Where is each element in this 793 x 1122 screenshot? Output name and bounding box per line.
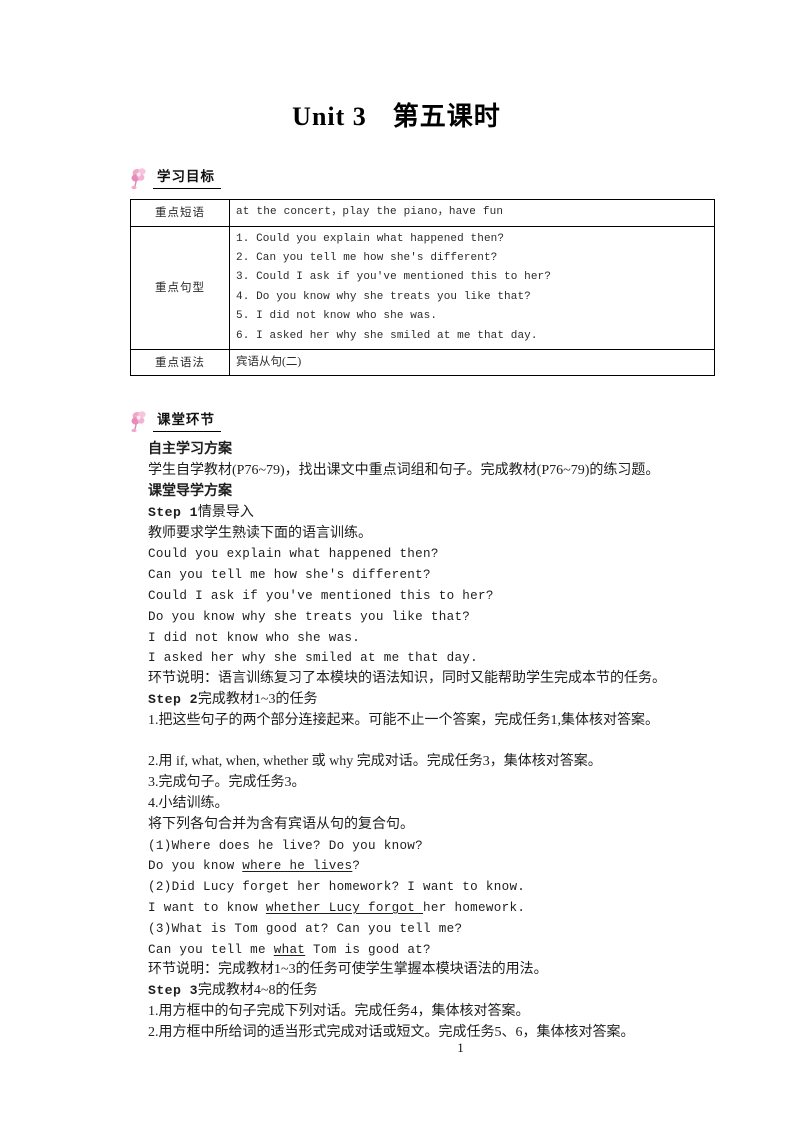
title-unit: Unit 3 — [292, 102, 367, 131]
step2-item-2: 2.用 if, what, when, whether 或 why 完成对话。完… — [148, 754, 602, 770]
exercise-answer: Do you know where he lives? — [148, 856, 708, 877]
self-study-heading: 自主学习方案 — [148, 442, 232, 458]
practice-sentence: I did not know who she was. — [148, 630, 361, 645]
row-label-key-grammar: 重点语法 — [130, 348, 230, 377]
answer-suffix: ? — [352, 859, 361, 874]
practice-sentence: Do you know why she treats you like that… — [148, 609, 471, 624]
table-row: 重点语法 宾语从句(二) — [130, 348, 715, 377]
step2-heading: Step 2完成教材1~3的任务 — [148, 690, 708, 711]
row-label-key-sentences: 重点句型 — [130, 225, 230, 350]
step3-title: 完成教材4~8的任务 — [197, 983, 318, 999]
key-sentence: 3. Could I ask if you've mentioned this … — [236, 271, 551, 284]
objectives-section-heading: 学习目标 — [130, 163, 793, 190]
step2-title: 完成教材1~3的任务 — [197, 692, 318, 707]
key-sentence: 1. Could you explain what happened then? — [236, 232, 505, 245]
exercise-answer: Can you tell me what Tom is good at? — [148, 940, 708, 961]
practice-sentence: Could you explain what happened then? — [148, 547, 439, 562]
step2-note: 环节说明：完成教材1~3的任务可使学生掌握本模块语法的用法。 — [148, 962, 548, 978]
exercise-question: (1)Where does he live? Do you know? — [148, 838, 424, 853]
answer-prefix: Can you tell me — [148, 942, 274, 957]
merge-instruction: 将下列各句合并为含有宾语从句的复合句。 — [148, 816, 414, 832]
row-value-key-sentences: 1. Could you explain what happened then?… — [229, 225, 715, 350]
step3-item-1: 1.用方框中的句子完成下列对话。完成任务4，集体核对答案。 — [148, 1003, 530, 1019]
step3-heading: Step 3完成教材4~8的任务 — [148, 981, 708, 1002]
table-row: 重点句型 1. Could you explain what happened … — [130, 225, 715, 350]
step1-title: 情景导入 — [197, 504, 254, 520]
self-study-text: 学生自学教材(P76~79)，找出课文中重点词组和句子。完成教材(P76~79)… — [148, 463, 660, 479]
title-lesson: 第五课时 — [392, 102, 501, 131]
step2-item-4: 4.小结训练。 — [148, 795, 229, 811]
step2-item-1: 1.把这些句子的两个部分连接起来。可能不止一个答案，完成任务1,集体核对答案。 — [148, 712, 659, 728]
flower-icon — [130, 409, 150, 433]
classroom-section-heading: 课堂环节 — [130, 406, 793, 433]
key-sentence: 2. Can you tell me how she's different? — [236, 251, 498, 264]
row-value-key-grammar: 宾语从句(二) — [229, 348, 715, 377]
lesson-body: 自主学习方案 学生自学教材(P76~79)，找出课文中重点词组和句子。完成教材(… — [148, 440, 708, 1043]
page-title: Unit 3 第五课时 — [0, 0, 793, 133]
flower-icon — [130, 166, 150, 190]
document-page: Unit 3 第五课时 学习目标 重点短语 at the concert，play… — [0, 0, 793, 1122]
key-points-table: 重点短语 at the concert，play the piano，have … — [130, 199, 715, 377]
classroom-label: 课堂环节 — [153, 412, 221, 433]
guided-heading: 课堂导学方案 — [148, 484, 232, 500]
step1-note: 环节说明：语言训练复习了本模块的语法知识，同时又能帮助学生完成本节的任务。 — [148, 671, 666, 687]
exercise-answer: I want to know whether Lucy forgot her h… — [148, 898, 708, 919]
step3-label: Step 3 — [148, 983, 198, 999]
table-row: 重点短语 at the concert，play the piano，have … — [130, 199, 715, 227]
row-label-key-phrases: 重点短语 — [130, 199, 230, 227]
key-sentence: 6. I asked her why she smiled at me that… — [236, 329, 538, 342]
exercise-question: (2)Did Lucy forget her homework? I want … — [148, 880, 526, 895]
answer-prefix: Do you know — [148, 859, 243, 874]
step2-label: Step 2 — [148, 692, 198, 707]
key-sentence: 4. Do you know why she treats you like t… — [236, 290, 531, 303]
step1-heading: Step 1情景导入 — [148, 503, 708, 524]
answer-suffix: Tom is good at? — [305, 942, 431, 957]
step2-item-3: 3.完成句子。完成任务3。 — [148, 775, 306, 791]
practice-sentence: Can you tell me how she's different? — [148, 568, 431, 583]
answer-suffix: her homework. — [423, 900, 526, 915]
practice-sentence: I asked her why she smiled at me that da… — [148, 651, 479, 666]
exercise-question: (3)What is Tom good at? Can you tell me? — [148, 921, 463, 936]
answer-prefix: I want to know — [148, 900, 266, 915]
answer-blank: what — [273, 942, 306, 957]
practice-sentence: Could I ask if you've mentioned this to … — [148, 589, 494, 604]
objectives-label: 学习目标 — [153, 169, 221, 189]
page-number: 1 — [457, 1040, 464, 1055]
key-sentence: 5. I did not know who she was. — [236, 310, 438, 323]
row-value-key-phrases: at the concert，play the piano，have fun — [229, 199, 715, 227]
step1-intro: 教师要求学生熟读下面的语言训练。 — [148, 525, 372, 541]
answer-blank: where he lives — [242, 859, 353, 874]
answer-blank: whether Lucy forgot — [265, 900, 424, 915]
step1-label: Step 1 — [148, 504, 198, 520]
